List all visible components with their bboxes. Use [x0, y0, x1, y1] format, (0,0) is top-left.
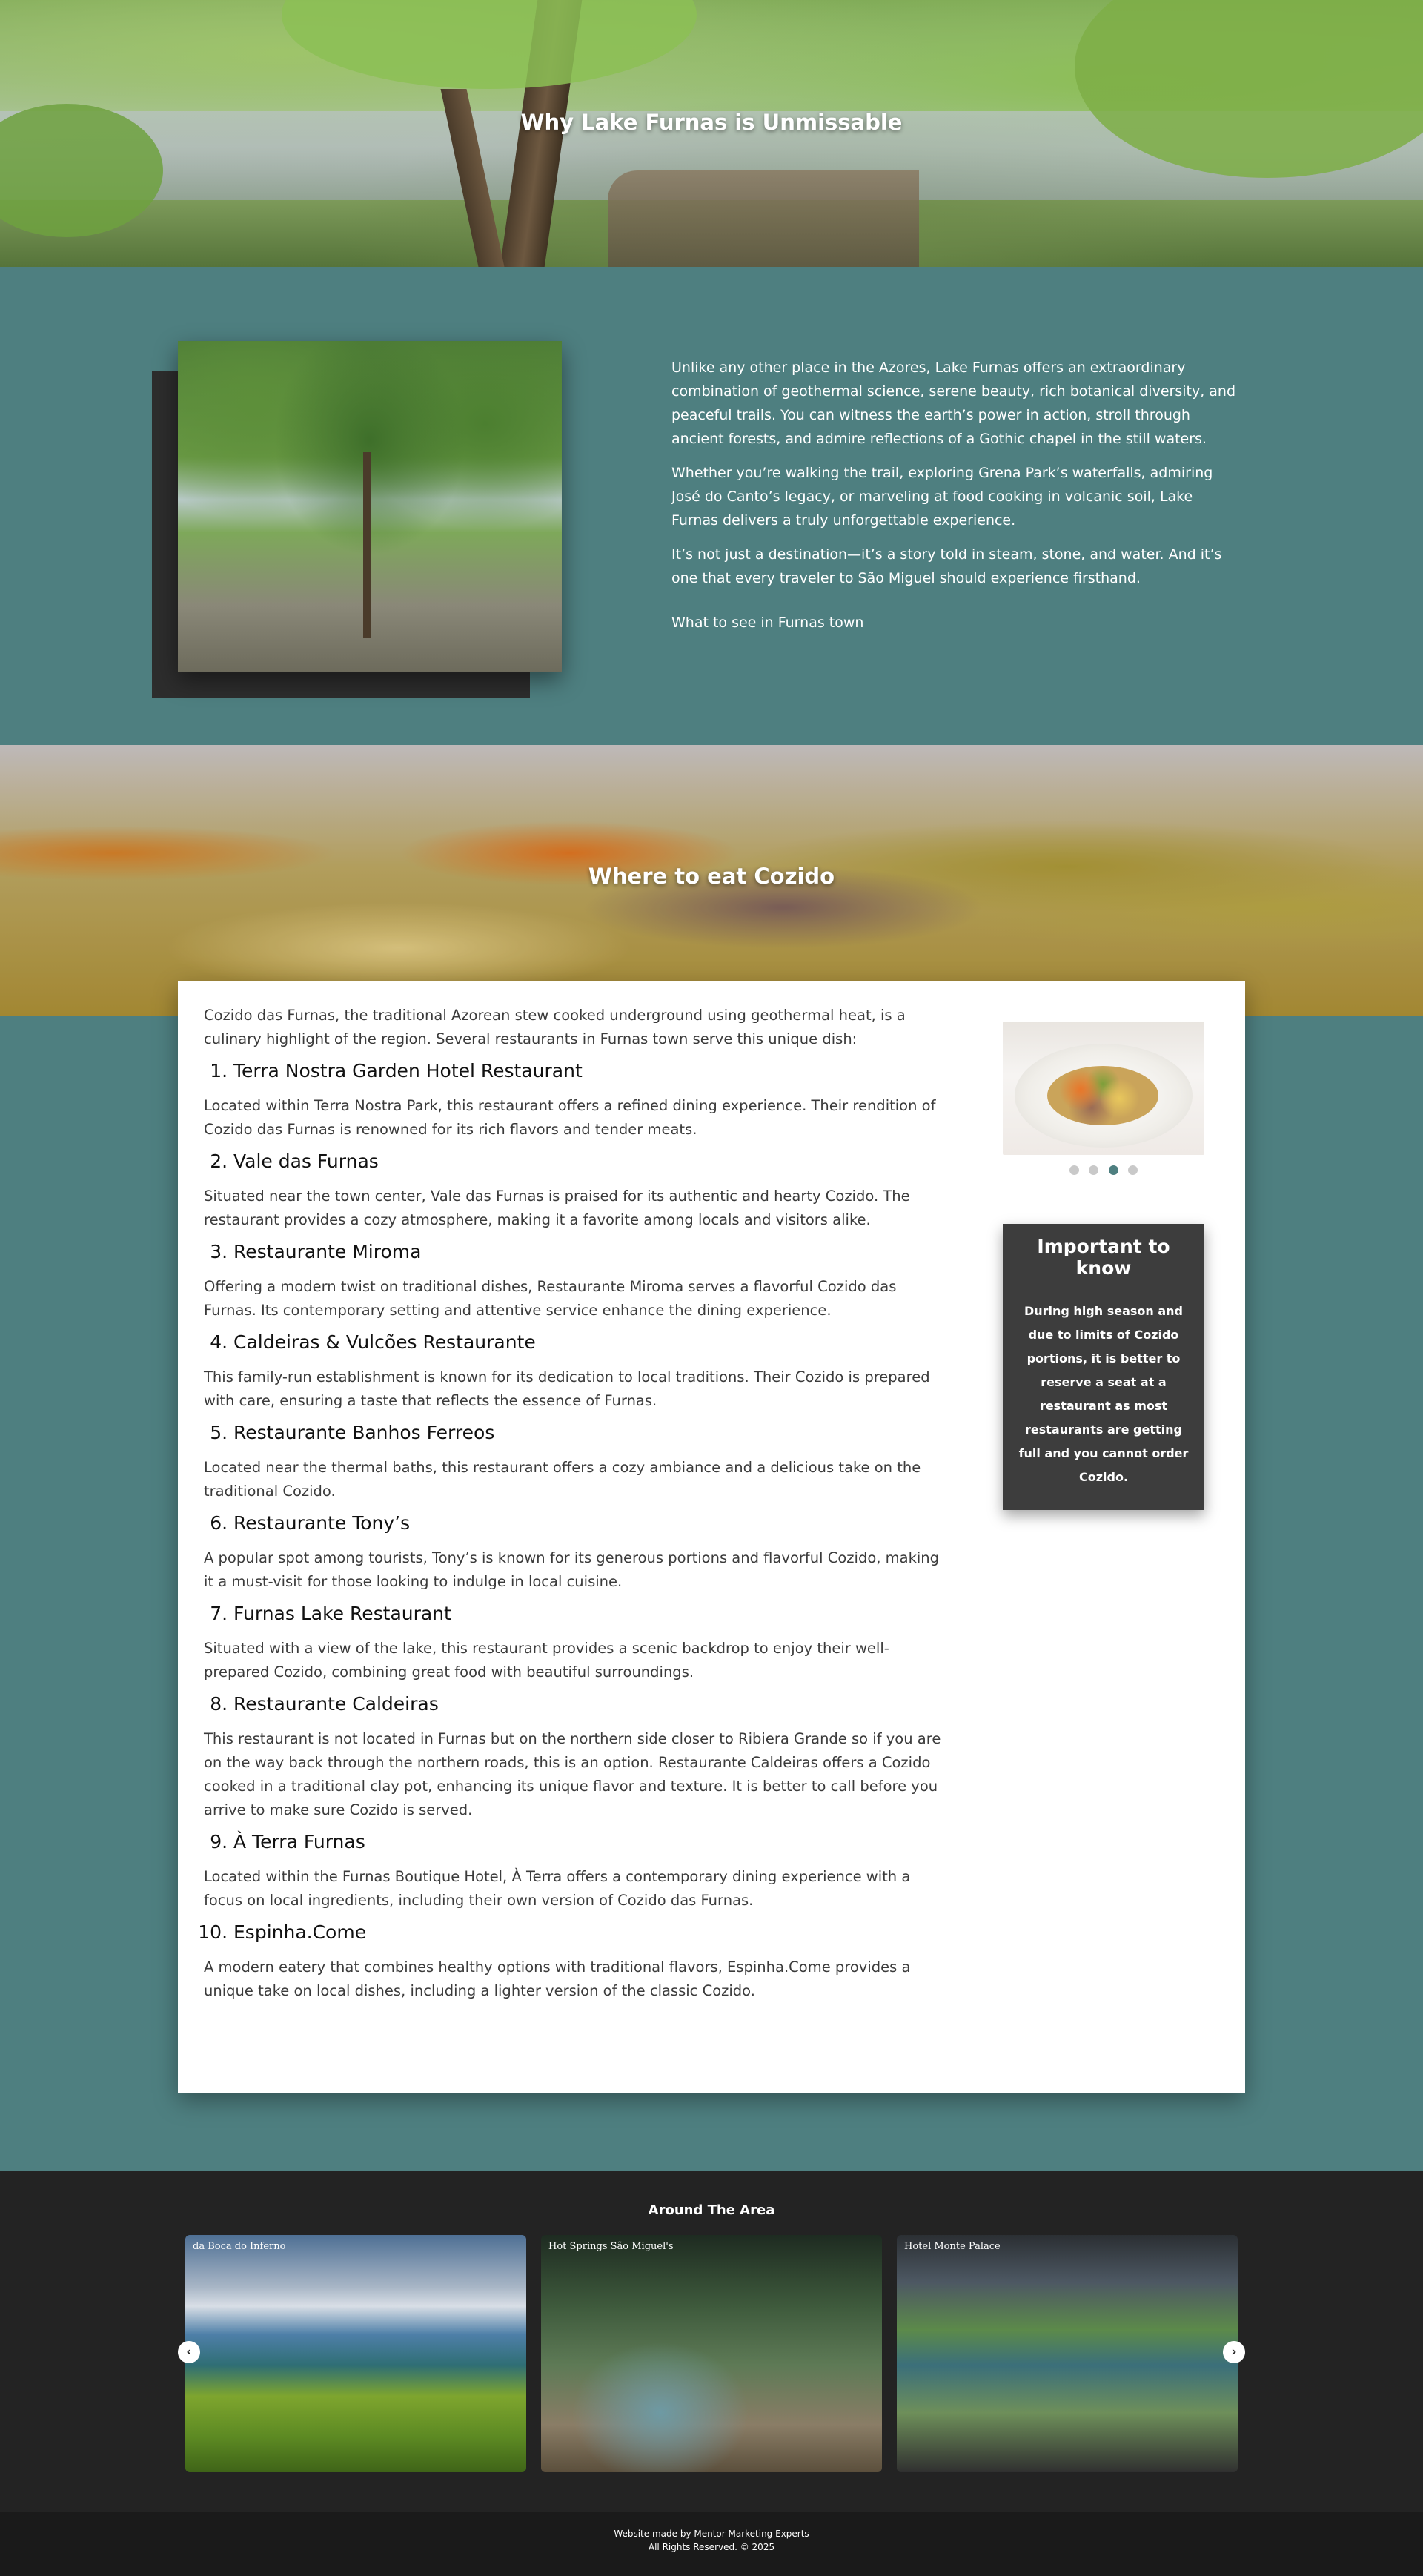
note-title: Important to know	[1037, 1236, 1170, 1279]
footer: Website made by Mentor Marketing Experts…	[0, 2512, 1423, 2576]
slider-dot-active[interactable]	[1108, 1165, 1118, 1175]
list-item: Restaurante Miroma Offering a modern twis…	[204, 1239, 945, 1322]
footer-credit: Website made by Mentor Marketing Experts	[614, 2529, 809, 2539]
list-item: À Terra Furnas Located within the Furnas …	[204, 1830, 945, 1913]
restaurant-name: Restaurante Tony’s	[233, 1512, 411, 1534]
list-item: Restaurante Tony’s A popular spot among t…	[204, 1511, 945, 1594]
restaurant-name: Restaurante Caldeiras	[233, 1693, 439, 1715]
intro-paragraph: Unlike any other place in the Azores, La…	[671, 360, 1236, 447]
restaurant-list: Terra Nostra Garden Hotel Restaurant Loca…	[204, 1059, 945, 2003]
restaurant-desc: Situated near the town center, Vale das …	[204, 1188, 910, 1228]
footer-copyright: All Rights Reserved. © 2025	[648, 2542, 775, 2552]
foliage	[282, 0, 697, 89]
restaurant-desc: Offering a modern twist on traditional d…	[204, 1278, 897, 1319]
list-item: Espinha.Come A modern eatery that combine…	[204, 1920, 945, 2003]
main-section: Cozido das Furnas, the traditional Azore…	[0, 981, 1423, 2172]
restaurant-desc: A popular spot among tourists, Tony’s is…	[204, 1549, 940, 1590]
restaurant-desc: Situated with a view of the lake, this r…	[204, 1640, 889, 1681]
intro-text: Unlike any other place in the Azores, La…	[671, 356, 1242, 635]
restaurant-name: Restaurante Banhos Ferreos	[233, 1422, 495, 1443]
restaurant-name: Caldeiras & Vulcões Restaurante	[233, 1331, 536, 1353]
content-card: Cozido das Furnas, the traditional Azore…	[178, 981, 1245, 2093]
tree-trunk	[363, 452, 371, 638]
around-carousel: da Boca do Inferno Hot Springs São Migue…	[178, 2235, 1245, 2472]
cozido-dish-image	[1047, 1066, 1158, 1125]
tile-boca-do-inferno[interactable]: da Boca do Inferno	[185, 2235, 526, 2472]
list-item: Vale das Furnas Situated near the town ce…	[204, 1149, 945, 1232]
hero-lake-furnas: Why Lake Furnas is Unmissable	[0, 0, 1423, 267]
restaurant-name: Restaurante Miroma	[233, 1241, 422, 1262]
around-title: Around The Area	[648, 2202, 775, 2218]
intro-section: Unlike any other place in the Azores, La…	[0, 267, 1423, 745]
restaurant-name: Espinha.Come	[233, 1921, 367, 1943]
restaurant-name: Terra Nostra Garden Hotel Restaurant	[233, 1060, 583, 1082]
intro-paragraph: Whether you’re walking the trail, explor…	[671, 465, 1213, 529]
slider-dots	[1003, 1164, 1204, 1178]
list-item: Terra Nostra Garden Hotel Restaurant Loca…	[204, 1059, 945, 1142]
important-note: Important to know During high season and…	[1003, 1224, 1204, 1510]
list-item: Restaurante Caldeiras This restaurant is …	[204, 1692, 945, 1822]
slider-dot[interactable]	[1089, 1165, 1099, 1175]
hero-cozido: Where to eat Cozido	[0, 745, 1423, 1016]
tile-monte-palace[interactable]: Hotel Monte Palace	[897, 2235, 1238, 2472]
stone-wall	[608, 170, 919, 267]
tile-caption: da Boca do Inferno	[193, 2241, 286, 2252]
list-item: Restaurante Banhos Ferreos Located near t…	[204, 1420, 945, 1503]
list-item: Caldeiras & Vulcões Restaurante This fami…	[204, 1330, 945, 1413]
restaurant-desc: This family-run establishment is known f…	[204, 1368, 930, 1409]
what-to-see-link[interactable]: What to see in Furnas town	[671, 611, 1242, 635]
chevron-left-icon[interactable]: ‹	[178, 2341, 200, 2363]
slider-dot[interactable]	[1127, 1165, 1138, 1175]
restaurant-name: À Terra Furnas	[233, 1831, 365, 1852]
cozido-image-slider[interactable]	[1003, 1022, 1204, 1155]
article-lead: Cozido das Furnas, the traditional Azore…	[204, 1007, 906, 1047]
tile-caption: Hot Springs São Miguel's	[548, 2241, 674, 2252]
around-the-area: Around The Area da Boca do Inferno Hot S…	[0, 2171, 1423, 2512]
tile-caption: Hotel Monte Palace	[904, 2241, 1001, 2252]
hero-title: Where to eat Cozido	[588, 864, 835, 889]
intro-paragraph: It’s not just a destination—it’s a story…	[671, 546, 1222, 586]
chevron-right-icon[interactable]: ›	[1223, 2341, 1245, 2363]
restaurant-name: Vale das Furnas	[233, 1150, 379, 1172]
slider-dot[interactable]	[1069, 1165, 1080, 1175]
restaurant-desc: Located within the Furnas Boutique Hotel…	[204, 1868, 911, 1909]
sidebar: Important to know During high season and…	[1003, 1022, 1204, 1510]
restaurant-name: Furnas Lake Restaurant	[233, 1603, 451, 1624]
list-item: Furnas Lake Restaurant Situated with a vi…	[204, 1601, 945, 1684]
article: Cozido das Furnas, the traditional Azore…	[204, 1004, 945, 2010]
restaurant-desc: This restaurant is not located in Furnas…	[204, 1730, 941, 1818]
hero-title: Why Lake Furnas is Unmissable	[520, 110, 903, 135]
restaurant-desc: Located near the thermal baths, this res…	[204, 1459, 921, 1500]
tile-hot-springs[interactable]: Hot Springs São Miguel's	[541, 2235, 882, 2472]
note-text: During high season and due to limits of …	[1018, 1304, 1189, 1484]
restaurant-desc: A modern eatery that combines healthy op…	[204, 1959, 911, 1999]
lake-garden-photo	[178, 341, 562, 672]
restaurant-desc: Located within Terra Nostra Park, this r…	[204, 1097, 936, 1138]
